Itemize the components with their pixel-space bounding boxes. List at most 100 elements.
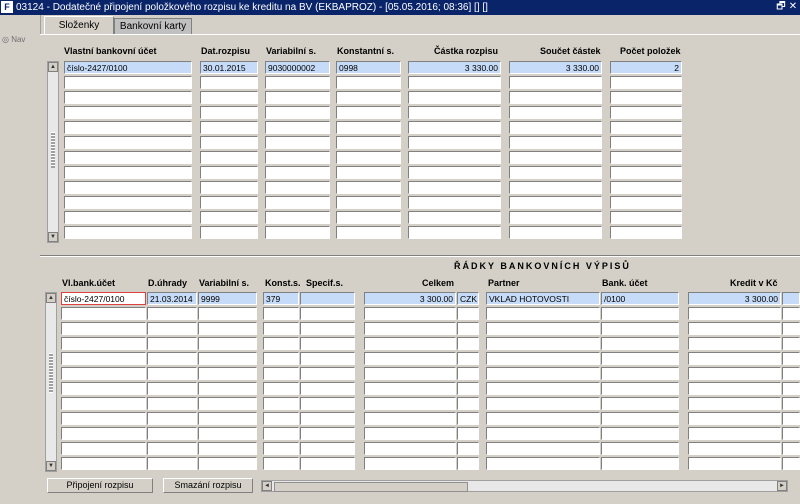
empty-cell[interactable]: [198, 382, 257, 395]
empty-cell[interactable]: [782, 322, 800, 335]
empty-cell[interactable]: [147, 397, 197, 410]
cell-partner[interactable]: VKLAD HOTOVOSTI: [486, 292, 600, 305]
empty-cell[interactable]: [457, 397, 479, 410]
empty-cell[interactable]: [336, 226, 401, 239]
empty-cell[interactable]: [610, 136, 682, 149]
empty-cell[interactable]: [200, 166, 258, 179]
cell-total[interactable]: 3 300.00: [364, 292, 456, 305]
empty-cell[interactable]: [200, 151, 258, 164]
empty-cell[interactable]: [200, 181, 258, 194]
empty-cell[interactable]: [782, 367, 800, 380]
empty-cell[interactable]: [601, 457, 679, 470]
cell-date[interactable]: 30.01.2015: [200, 61, 258, 74]
tab-bankovni-karty[interactable]: Bankovní karty: [114, 18, 192, 35]
empty-cell[interactable]: [265, 136, 330, 149]
empty-cell[interactable]: [147, 442, 197, 455]
empty-cell[interactable]: [336, 196, 401, 209]
empty-cell[interactable]: [688, 352, 781, 365]
bottom-vertical-scrollbar[interactable]: ▲ ▼: [45, 292, 57, 472]
empty-cell[interactable]: [263, 412, 299, 425]
empty-cell[interactable]: [147, 382, 197, 395]
empty-cell[interactable]: [601, 412, 679, 425]
cell-partner-account[interactable]: /0100: [601, 292, 679, 305]
empty-cell[interactable]: [198, 367, 257, 380]
empty-cell[interactable]: [265, 166, 330, 179]
empty-cell[interactable]: [147, 427, 197, 440]
empty-cell[interactable]: [364, 412, 456, 425]
empty-cell[interactable]: [336, 121, 401, 134]
empty-cell[interactable]: [782, 442, 800, 455]
scroll-right-icon[interactable]: ►: [777, 481, 787, 491]
empty-cell[interactable]: [336, 166, 401, 179]
empty-cell[interactable]: [364, 337, 456, 350]
empty-cell[interactable]: [509, 136, 602, 149]
empty-cell[interactable]: [457, 457, 479, 470]
empty-cell[interactable]: [610, 76, 682, 89]
empty-cell[interactable]: [610, 106, 682, 119]
empty-cell[interactable]: [300, 367, 355, 380]
empty-cell[interactable]: [486, 337, 600, 350]
empty-cell[interactable]: [61, 352, 146, 365]
empty-cell[interactable]: [457, 352, 479, 365]
empty-cell[interactable]: [509, 181, 602, 194]
empty-cell[interactable]: [408, 106, 501, 119]
empty-cell[interactable]: [457, 337, 479, 350]
empty-cell[interactable]: [200, 226, 258, 239]
empty-cell[interactable]: [364, 367, 456, 380]
empty-cell[interactable]: [336, 106, 401, 119]
empty-cell[interactable]: [147, 457, 197, 470]
empty-cell[interactable]: [61, 442, 146, 455]
empty-cell[interactable]: [300, 337, 355, 350]
scroll-left-icon[interactable]: ◄: [262, 481, 272, 491]
empty-cell[interactable]: [601, 397, 679, 410]
empty-cell[interactable]: [408, 166, 501, 179]
empty-cell[interactable]: [364, 322, 456, 335]
empty-cell[interactable]: [457, 412, 479, 425]
empty-cell[interactable]: [147, 322, 197, 335]
empty-cell[interactable]: [263, 397, 299, 410]
cell-currency[interactable]: CZK: [457, 292, 479, 305]
empty-cell[interactable]: [61, 382, 146, 395]
empty-cell[interactable]: [610, 211, 682, 224]
empty-cell[interactable]: [265, 151, 330, 164]
empty-cell[interactable]: [300, 322, 355, 335]
empty-cell[interactable]: [263, 442, 299, 455]
empty-cell[interactable]: [336, 76, 401, 89]
empty-cell[interactable]: [336, 181, 401, 194]
empty-cell[interactable]: [509, 211, 602, 224]
empty-cell[interactable]: [198, 307, 257, 320]
empty-cell[interactable]: [509, 76, 602, 89]
empty-cell[interactable]: [200, 211, 258, 224]
cell-constant-symbol[interactable]: 379: [263, 292, 299, 305]
empty-cell[interactable]: [782, 412, 800, 425]
empty-cell[interactable]: [336, 151, 401, 164]
empty-cell[interactable]: [64, 91, 192, 104]
cell-variable-symbol[interactable]: 9999: [198, 292, 257, 305]
empty-cell[interactable]: [486, 352, 600, 365]
empty-cell[interactable]: [782, 457, 800, 470]
cell-sum[interactable]: 3 330.00: [509, 61, 602, 74]
empty-cell[interactable]: [509, 106, 602, 119]
cell-payment-date[interactable]: 21.03.2014: [147, 292, 197, 305]
scroll-up-icon[interactable]: ▲: [46, 293, 56, 303]
empty-cell[interactable]: [300, 427, 355, 440]
empty-cell[interactable]: [688, 442, 781, 455]
empty-cell[interactable]: [147, 412, 197, 425]
empty-cell[interactable]: [408, 226, 501, 239]
empty-cell[interactable]: [200, 196, 258, 209]
empty-cell[interactable]: [509, 166, 602, 179]
empty-cell[interactable]: [61, 412, 146, 425]
empty-cell[interactable]: [688, 412, 781, 425]
empty-cell[interactable]: [263, 322, 299, 335]
empty-cell[interactable]: [688, 337, 781, 350]
horizontal-scroll-thumb[interactable]: [274, 482, 468, 492]
empty-cell[interactable]: [486, 367, 600, 380]
empty-cell[interactable]: [147, 307, 197, 320]
empty-cell[interactable]: [64, 136, 192, 149]
empty-cell[interactable]: [601, 367, 679, 380]
empty-cell[interactable]: [64, 211, 192, 224]
empty-cell[interactable]: [408, 76, 501, 89]
empty-cell[interactable]: [64, 76, 192, 89]
empty-cell[interactable]: [300, 442, 355, 455]
empty-cell[interactable]: [486, 457, 600, 470]
